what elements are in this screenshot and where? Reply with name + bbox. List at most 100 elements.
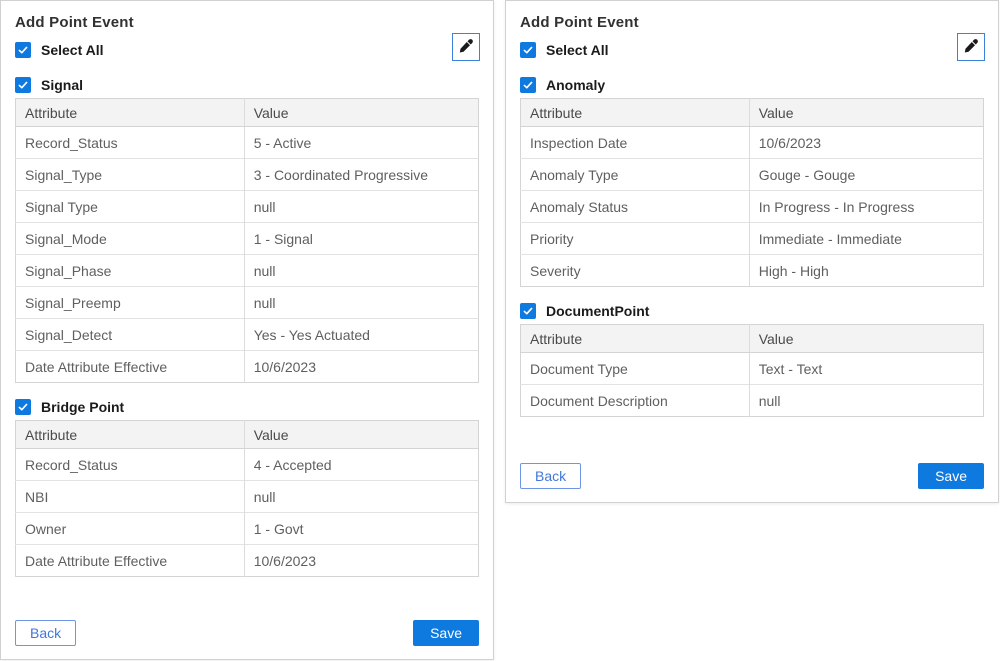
attribute-cell: Anomaly Type bbox=[521, 159, 750, 191]
value-cell: null bbox=[244, 255, 478, 287]
signal-label: Signal bbox=[41, 77, 83, 93]
bridge-point-label: Bridge Point bbox=[41, 399, 124, 415]
attribute-cell: Signal_Type bbox=[16, 159, 245, 191]
table-row: NBInull bbox=[16, 481, 479, 513]
page-title: Add Point Event bbox=[520, 14, 984, 31]
column-header-value: Value bbox=[244, 99, 478, 127]
value-cell: Immediate - Immediate bbox=[749, 223, 983, 255]
column-header-attribute: Attribute bbox=[16, 99, 245, 127]
checkbox-checked-icon[interactable] bbox=[15, 399, 31, 415]
attribute-cell: Inspection Date bbox=[521, 127, 750, 159]
value-cell: Yes - Yes Actuated bbox=[244, 319, 478, 351]
column-header-attribute: Attribute bbox=[16, 421, 245, 449]
section-bridge-point: Bridge Point Attribute Value Record_Stat… bbox=[15, 399, 479, 577]
anomaly-checkbox-row[interactable]: Anomaly bbox=[520, 77, 984, 93]
value-cell: 1 - Govt bbox=[244, 513, 478, 545]
checkbox-checked-icon[interactable] bbox=[520, 42, 536, 58]
column-header-attribute: Attribute bbox=[521, 325, 750, 353]
table-row: PriorityImmediate - Immediate bbox=[521, 223, 984, 255]
value-cell: 1 - Signal bbox=[244, 223, 478, 255]
table-row: Inspection Date10/6/2023 bbox=[521, 127, 984, 159]
table-header-row: Attribute Value bbox=[521, 99, 984, 127]
eyedropper-icon bbox=[963, 38, 979, 57]
table-row: Record_Status5 - Active bbox=[16, 127, 479, 159]
table-row: Signal_Type3 - Coordinated Progressive bbox=[16, 159, 479, 191]
attribute-cell: Date Attribute Effective bbox=[16, 351, 245, 383]
value-cell: Text - Text bbox=[749, 353, 983, 385]
add-point-event-panel-left: Add Point Event Select All Signal Attrib… bbox=[0, 0, 494, 660]
value-cell: 3 - Coordinated Progressive bbox=[244, 159, 478, 191]
column-header-value: Value bbox=[244, 421, 478, 449]
anomaly-attribute-table: Attribute Value Inspection Date10/6/2023… bbox=[520, 98, 984, 287]
table-row: Signal_Preempnull bbox=[16, 287, 479, 319]
column-header-value: Value bbox=[749, 325, 983, 353]
attribute-cell: Owner bbox=[16, 513, 245, 545]
anomaly-label: Anomaly bbox=[546, 77, 605, 93]
attribute-cell: Document Type bbox=[521, 353, 750, 385]
attribute-cell: Record_Status bbox=[16, 127, 245, 159]
section-document-point: DocumentPoint Attribute Value Document T… bbox=[520, 303, 984, 417]
table-header-row: Attribute Value bbox=[16, 99, 479, 127]
back-button[interactable]: Back bbox=[15, 620, 76, 646]
value-cell: 4 - Accepted bbox=[244, 449, 478, 481]
save-button[interactable]: Save bbox=[918, 463, 984, 489]
attribute-cell: Signal_Preemp bbox=[16, 287, 245, 319]
value-cell: 10/6/2023 bbox=[749, 127, 983, 159]
bridge-point-checkbox-row[interactable]: Bridge Point bbox=[15, 399, 479, 415]
table-row: Document Descriptionnull bbox=[521, 385, 984, 417]
attribute-cell: Priority bbox=[521, 223, 750, 255]
table-row: Document TypeText - Text bbox=[521, 353, 984, 385]
checkbox-checked-icon[interactable] bbox=[520, 303, 536, 319]
bridge-point-attribute-table: Attribute Value Record_Status4 - Accepte… bbox=[15, 420, 479, 577]
page-title: Add Point Event bbox=[15, 14, 479, 31]
table-row: Anomaly TypeGouge - Gouge bbox=[521, 159, 984, 191]
value-cell: In Progress - In Progress bbox=[749, 191, 983, 223]
attribute-cell: Record_Status bbox=[16, 449, 245, 481]
eyedropper-button[interactable] bbox=[452, 33, 480, 61]
value-cell: null bbox=[244, 481, 478, 513]
select-all-label: Select All bbox=[546, 42, 609, 58]
save-button[interactable]: Save bbox=[413, 620, 479, 646]
section-anomaly: Anomaly Attribute Value Inspection Date1… bbox=[520, 77, 984, 287]
attribute-cell: Signal Type bbox=[16, 191, 245, 223]
value-cell: 10/6/2023 bbox=[244, 545, 478, 577]
table-row: Signal_Phasenull bbox=[16, 255, 479, 287]
table-header-row: Attribute Value bbox=[16, 421, 479, 449]
table-row: Signal Typenull bbox=[16, 191, 479, 223]
table-row: Record_Status4 - Accepted bbox=[16, 449, 479, 481]
table-row: Signal_DetectYes - Yes Actuated bbox=[16, 319, 479, 351]
signal-checkbox-row[interactable]: Signal bbox=[15, 77, 479, 93]
back-button[interactable]: Back bbox=[520, 463, 581, 489]
add-point-event-panel-right: Add Point Event Select All Anomaly Attri… bbox=[505, 0, 999, 503]
attribute-cell: Date Attribute Effective bbox=[16, 545, 245, 577]
table-row: Anomaly StatusIn Progress - In Progress bbox=[521, 191, 984, 223]
document-point-attribute-table: Attribute Value Document TypeText - Text… bbox=[520, 324, 984, 417]
signal-attribute-table: Attribute Value Record_Status5 - Active … bbox=[15, 98, 479, 383]
section-signal: Signal Attribute Value Record_Status5 - … bbox=[15, 77, 479, 383]
document-point-checkbox-row[interactable]: DocumentPoint bbox=[520, 303, 984, 319]
value-cell: 10/6/2023 bbox=[244, 351, 478, 383]
eyedropper-button[interactable] bbox=[957, 33, 985, 61]
table-header-row: Attribute Value bbox=[521, 325, 984, 353]
attribute-cell: Document Description bbox=[521, 385, 750, 417]
attribute-cell: Signal_Phase bbox=[16, 255, 245, 287]
attribute-cell: NBI bbox=[16, 481, 245, 513]
eyedropper-icon bbox=[458, 38, 474, 57]
attribute-cell: Signal_Detect bbox=[16, 319, 245, 351]
value-cell: null bbox=[749, 385, 983, 417]
select-all-label: Select All bbox=[41, 42, 104, 58]
value-cell: null bbox=[244, 287, 478, 319]
table-row: Date Attribute Effective10/6/2023 bbox=[16, 545, 479, 577]
value-cell: High - High bbox=[749, 255, 983, 287]
column-header-attribute: Attribute bbox=[521, 99, 750, 127]
column-header-value: Value bbox=[749, 99, 983, 127]
table-row: Date Attribute Effective10/6/2023 bbox=[16, 351, 479, 383]
checkbox-checked-icon[interactable] bbox=[15, 42, 31, 58]
select-all-checkbox-row[interactable]: Select All bbox=[520, 42, 984, 58]
attribute-cell: Severity bbox=[521, 255, 750, 287]
checkbox-checked-icon[interactable] bbox=[520, 77, 536, 93]
document-point-label: DocumentPoint bbox=[546, 303, 649, 319]
select-all-checkbox-row[interactable]: Select All bbox=[15, 42, 479, 58]
value-cell: null bbox=[244, 191, 478, 223]
checkbox-checked-icon[interactable] bbox=[15, 77, 31, 93]
